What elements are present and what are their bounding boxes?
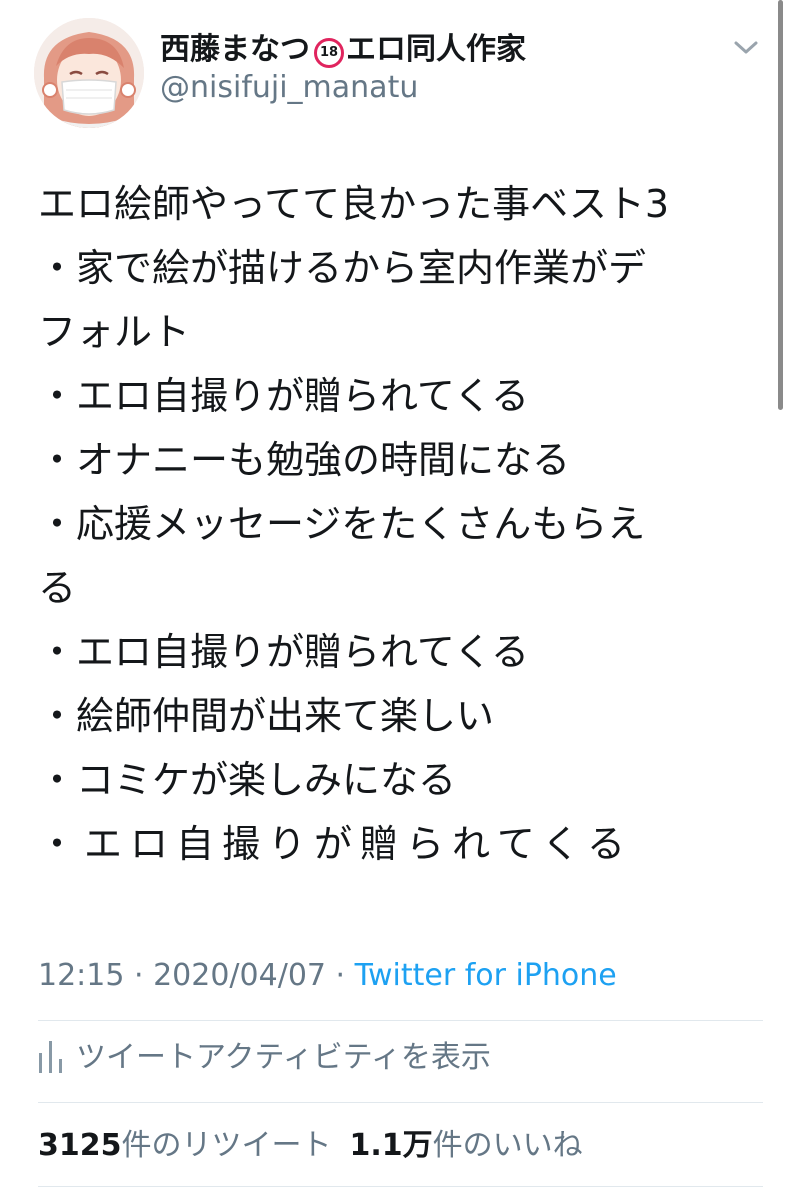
display-name-prefix: 西藤まなつ <box>160 32 310 67</box>
tweet-text: エロ絵師やってて良かった事ベスト3 ・家で絵が描けるから室内作業がデ フォルト … <box>38 172 758 876</box>
retweets-stat[interactable]: 3125件のリツイート <box>38 1128 332 1163</box>
tweet-source-link[interactable]: Twitter for iPhone <box>355 958 617 993</box>
tweet-date: 2020/04/07 <box>153 958 326 993</box>
tweet-line: ・オナニーも勉強の時間になる <box>38 438 571 482</box>
age-18-icon: 18 <box>314 38 344 68</box>
tweet-line: ・エロ自撮りが贈られてくる <box>38 822 633 866</box>
avatar[interactable] <box>34 18 144 128</box>
avatar-illustration <box>34 18 144 128</box>
likes-label: 件のいいね <box>432 1128 583 1163</box>
tweet-meta: 12:15 · 2020/04/07 · Twitter for iPhone <box>38 956 617 996</box>
tweet-line: エロ絵師やってて良かった事ベスト3 <box>38 182 670 226</box>
bar-chart-icon <box>39 1041 62 1073</box>
chevron-down-icon[interactable] <box>733 38 759 58</box>
display-name-suffix: エロ同人作家 <box>346 32 526 67</box>
meta-separator: · <box>124 958 154 993</box>
retweets-label: 件のリツイート <box>121 1128 332 1163</box>
likes-count: 1.1万 <box>349 1128 433 1163</box>
user-handle[interactable]: @nisifuji_manatu <box>160 70 418 106</box>
tweet-line: ・エロ自撮りが贈られてくる <box>38 374 529 418</box>
tweet-line: ・コミケが楽しみになる <box>38 758 457 802</box>
likes-stat[interactable]: 1.1万件のいいね <box>350 1128 583 1163</box>
tweet-line: ・家で絵が描けるから室内作業がデ <box>38 246 647 290</box>
tweet-stats: 3125件のリツイート 1.1万件のいいね <box>38 1126 583 1166</box>
tweet-line: ・絵師仲間が出来て楽しい <box>38 694 495 738</box>
retweets-count: 3125 <box>38 1128 122 1163</box>
tweet-line: フォルト <box>38 310 191 354</box>
tweet-activity-link[interactable]: ツイートアクティビティを表示 <box>38 1036 491 1080</box>
meta-separator: · <box>326 958 355 993</box>
display-name[interactable]: 西藤まなつ 18 エロ同人作家 <box>160 32 526 68</box>
scrollbar[interactable] <box>778 0 783 410</box>
tweet-line: る <box>38 566 77 610</box>
divider <box>38 1020 763 1021</box>
tweet-detail: 西藤まなつ 18 エロ同人作家 @nisifuji_manatu エロ絵師やってて良… <box>0 0 789 1200</box>
tweet-activity-label: ツイートアクティビティを表示 <box>76 1040 491 1075</box>
tweet-line: ・エロ自撮りが贈られてくる <box>38 630 529 674</box>
tweet-time: 12:15 <box>38 958 125 993</box>
divider <box>38 1102 763 1103</box>
divider <box>38 1186 763 1187</box>
tweet-line: ・応援メッセージをたくさんもらえ <box>38 502 646 546</box>
